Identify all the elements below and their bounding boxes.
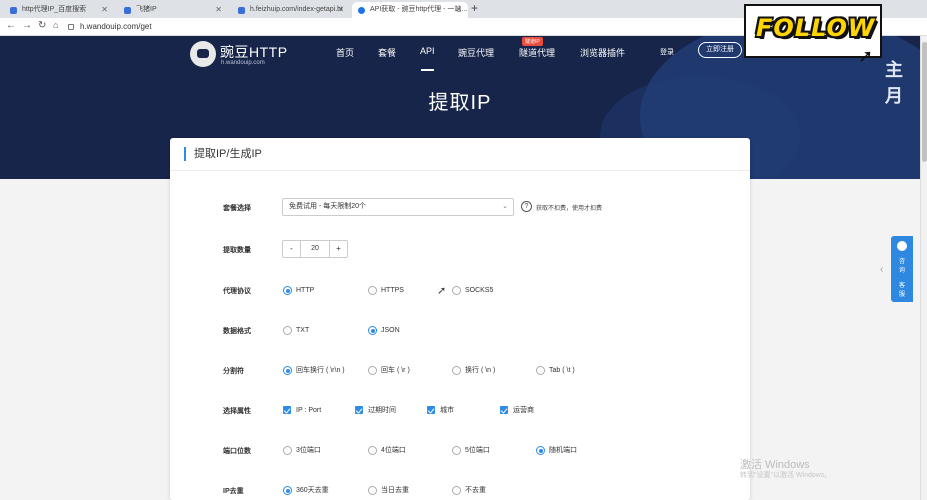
port-random-radio[interactable]: 随机端口 — [536, 446, 577, 455]
billing-hint: 获取不扣费，使用才扣费 — [536, 206, 603, 212]
login-link[interactable]: 登录 — [660, 47, 674, 57]
extract-ip-card: 提取IP/生成IP 套餐选择 免费试用 - 每天限制20个 ⌄ ? 获取不扣费，… — [170, 138, 750, 500]
protocol-label: 代理协议 — [223, 288, 251, 295]
nav-tunnel-proxy[interactable]: 隧道代理 — [519, 46, 555, 59]
tab-title: http代理IP_百度搜索 — [22, 6, 87, 13]
follow-text: FOLLOW — [756, 14, 876, 42]
tab-baidu-search[interactable]: http代理IP_百度搜索 ✕ — [4, 2, 114, 18]
lock-icon — [68, 23, 74, 30]
float-text: 咨 — [898, 259, 905, 265]
nav-api[interactable]: API — [420, 46, 435, 71]
port-3-radio[interactable]: 3位端口 — [283, 446, 321, 455]
package-select-value: 免费试用 - 每天限制20个 — [289, 203, 367, 210]
card-title: 提取IP/生成IP — [184, 147, 262, 161]
back-icon[interactable]: ← — [6, 20, 16, 31]
protocol-socks5-radio[interactable]: SOCKS5 — [452, 286, 493, 295]
tab-favicon-icon — [10, 7, 17, 14]
windows-activation-hint: 转到"设置"以激活 Windows。 — [740, 472, 832, 479]
float-text: 询 — [898, 268, 905, 274]
attr-ip-port-checkbox[interactable]: IP : Port — [283, 406, 321, 415]
nav-browser-plugin[interactable]: 浏览器插件 — [580, 46, 625, 59]
reload-icon[interactable]: ↻ — [38, 20, 46, 31]
close-icon[interactable]: ✕ — [101, 2, 108, 18]
close-icon[interactable]: ✕ — [215, 2, 222, 18]
attr-isp-checkbox[interactable]: 运营商 — [500, 406, 534, 415]
port-label: 端口位数 — [223, 448, 251, 455]
brand-name: 豌豆HTTP — [220, 44, 288, 60]
float-text: 服 — [898, 292, 905, 298]
mouse-pointer-icon: ➚ — [437, 285, 447, 297]
chevron-left-icon[interactable]: ‹ — [880, 264, 883, 275]
format-txt-radio[interactable]: TXT — [283, 326, 309, 335]
cursor-icon: ➚ — [858, 46, 874, 66]
register-button[interactable]: 立即注册 — [698, 42, 742, 58]
dedup-none-radio[interactable]: 不去重 — [452, 486, 486, 495]
quantity-label: 提取数量 — [223, 247, 251, 254]
separator-cr-radio[interactable]: 回车 ( \r ) — [368, 366, 410, 375]
scrollbar-thumb[interactable] — [922, 42, 927, 162]
nav-home[interactable]: 首页 — [336, 46, 354, 59]
tab-title: h.feizhuip.com/index-getapi.ht — [250, 6, 343, 13]
separator-tab-radio[interactable]: Tab ( \t ) — [536, 366, 575, 375]
home-icon[interactable]: ⌂ — [53, 20, 58, 30]
quantity-stepper: - 20 + — [282, 240, 348, 258]
url-text: h.wandouip.com/get — [80, 22, 152, 31]
format-label: 数据格式 — [223, 328, 251, 335]
separator-crlf-radio[interactable]: 回车换行 ( \r\n ) — [283, 366, 345, 375]
info-icon[interactable]: ? — [521, 201, 532, 212]
headset-icon — [897, 241, 907, 251]
tab-title: 飞猪IP — [136, 6, 157, 13]
attr-expire-checkbox[interactable]: 过期时间 — [355, 406, 396, 415]
dedup-360-radio[interactable]: 360天去重 — [283, 486, 329, 495]
float-text: 客 — [898, 283, 905, 289]
separator-lf-radio[interactable]: 换行 ( \n ) — [452, 366, 495, 375]
close-icon[interactable]: ✕ — [337, 2, 344, 18]
tab-favicon-icon — [124, 7, 131, 14]
dedup-daily-radio[interactable]: 当日去重 — [368, 486, 409, 495]
attr-city-checkbox[interactable]: 城市 — [427, 406, 454, 415]
chevron-down-icon: ⌄ — [502, 203, 508, 210]
format-json-radio[interactable]: JSON — [368, 326, 400, 335]
port-5-radio[interactable]: 5位端口 — [452, 446, 490, 455]
dedup-label: IP去重 — [223, 488, 244, 495]
forward-icon[interactable]: → — [22, 20, 32, 31]
url-field[interactable]: h.wandouip.com/get — [68, 22, 152, 31]
attribute-label: 选择属性 — [223, 408, 251, 415]
protocol-http-radio[interactable]: HTTP — [283, 286, 314, 295]
page-title: 提取IP — [428, 92, 492, 114]
page-scrollbar[interactable] — [920, 36, 927, 500]
nav-packages[interactable]: 套餐 — [378, 46, 396, 59]
separator-label: 分割符 — [223, 368, 244, 375]
package-label: 套餐选择 — [223, 205, 251, 212]
divider — [170, 170, 750, 171]
package-select[interactable]: 免费试用 - 每天限制20个 ⌄ — [282, 198, 514, 216]
tab-favicon-icon — [358, 7, 365, 14]
tab-feizhu-ip[interactable]: 飞猪IP ✕ — [118, 2, 228, 18]
tab-wandou-api[interactable]: API获取 - 豌豆http代理 - 一站... ✕ — [352, 2, 468, 18]
quantity-input[interactable]: 20 — [301, 241, 329, 257]
new-badge: 隧道IP — [522, 37, 543, 46]
logo-icon — [190, 41, 216, 67]
brand-domain: h.wandouip.com — [221, 60, 265, 66]
tab-title: API获取 - 豌豆http代理 - 一站... — [370, 6, 468, 13]
port-4-radio[interactable]: 4位端口 — [368, 446, 406, 455]
tab-favicon-icon — [238, 7, 245, 14]
tab-feizhu-api[interactable]: h.feizhuip.com/index-getapi.ht ✕ — [232, 2, 350, 18]
close-icon[interactable]: ✕ — [455, 2, 462, 18]
nav-wandou-proxy[interactable]: 豌豆代理 — [458, 46, 494, 59]
customer-service-float[interactable]: 咨 询 客 服 — [891, 236, 913, 302]
increment-button[interactable]: + — [329, 241, 347, 257]
decrement-button[interactable]: - — [283, 241, 301, 257]
new-tab-button[interactable]: + — [471, 1, 478, 15]
protocol-https-radio[interactable]: HTTPS — [368, 286, 404, 295]
